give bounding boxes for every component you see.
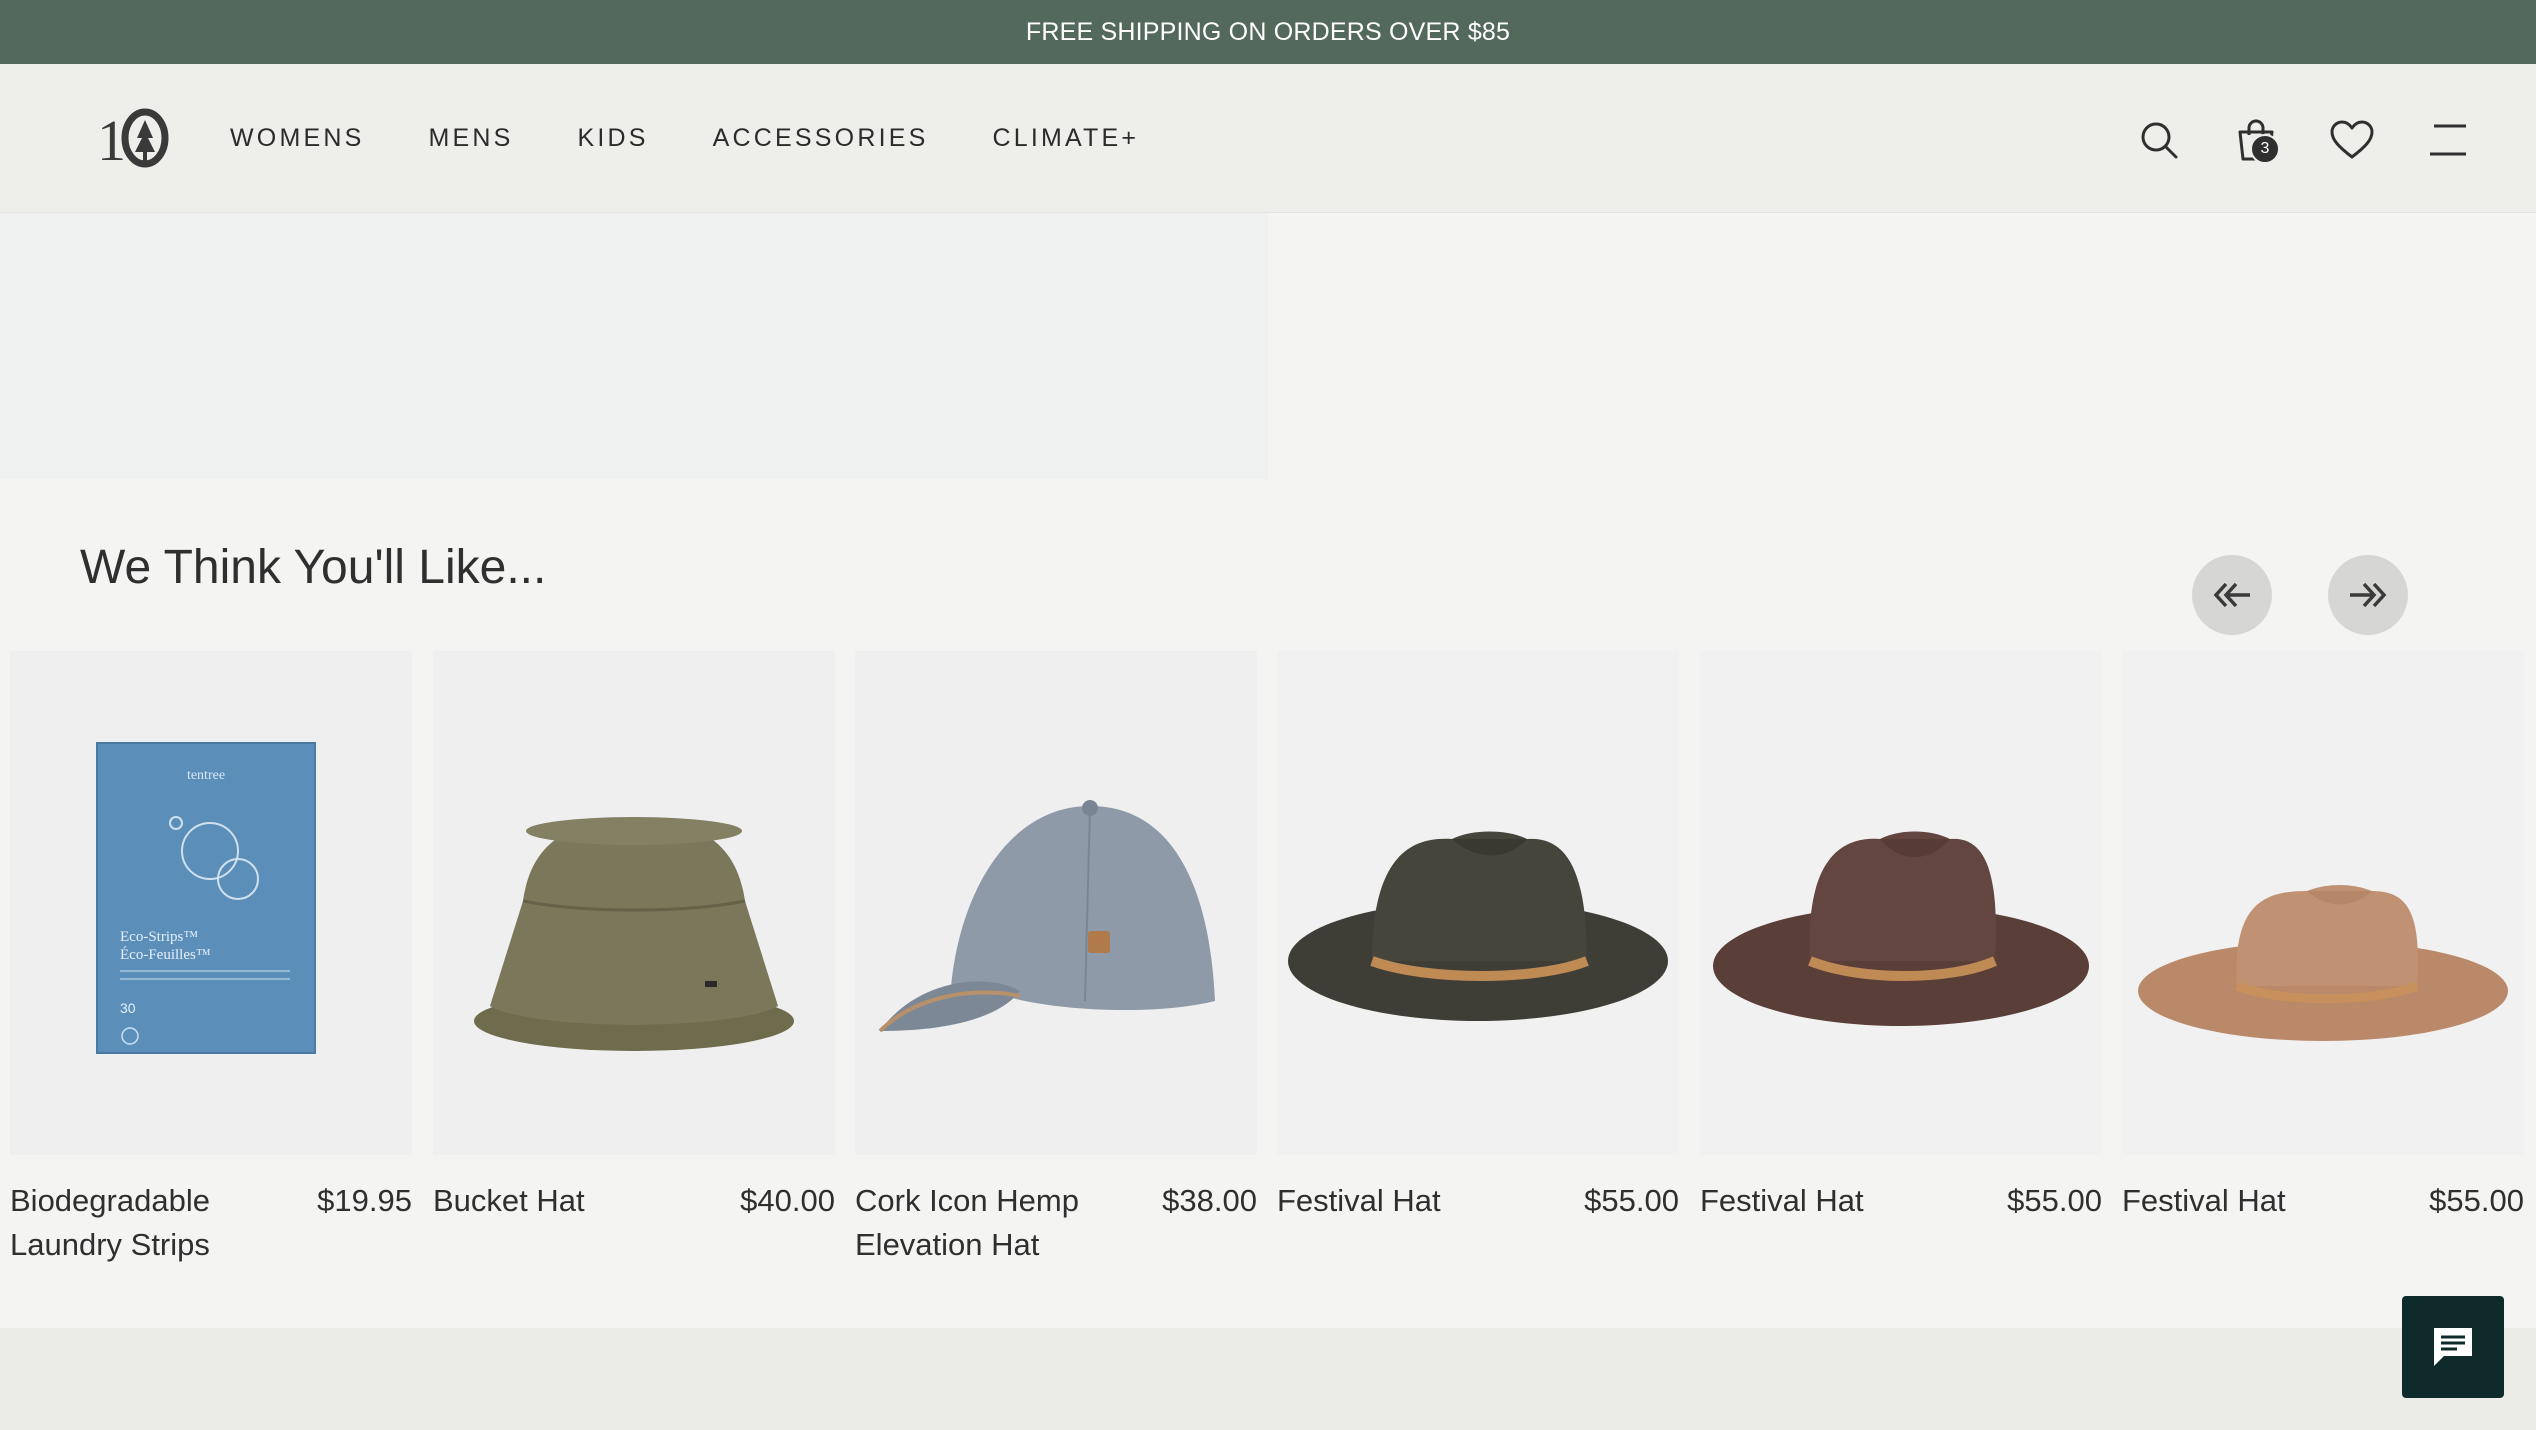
product-card[interactable]: Festival Hat $55.00 (1277, 651, 1679, 1223)
product-card[interactable]: Festival Hat $55.00 (2122, 651, 2524, 1223)
promo-bar: FREE SHIPPING ON ORDERS OVER $85 (0, 0, 2536, 64)
hero-placeholder (0, 213, 1268, 479)
search-icon (2141, 122, 2178, 159)
wishlist-button[interactable] (2324, 112, 2380, 168)
product-image[interactable] (855, 651, 1257, 1155)
product-info: Biodegradable Laundry Strips $19.95 (10, 1179, 412, 1267)
carousel-next-button[interactable] (2328, 555, 2408, 635)
search-button[interactable] (2131, 112, 2187, 168)
menu-button[interactable] (2420, 112, 2476, 168)
tan-fedora-image (2138, 885, 2508, 1041)
product-price: $55.00 (1584, 1183, 1679, 1218)
dark-green-fedora-image (1288, 831, 1668, 1021)
recommendations-title: We Think You'll Like... (80, 541, 547, 594)
box-count-text: 30 (120, 1000, 136, 1016)
brown-fedora-image (1713, 831, 2089, 1026)
product-price: $38.00 (1162, 1183, 1257, 1218)
box-title-fr-text: Éco-Feuilles™ (120, 946, 211, 963)
product-image[interactable]: tentree Eco-Strips™ Éco-Feuilles™ 30 (10, 651, 412, 1155)
product-image[interactable] (433, 651, 835, 1155)
product-name[interactable]: Festival Hat (1277, 1179, 1441, 1223)
nav-climate-plus[interactable]: CLIMATE+ (992, 124, 1139, 153)
product-info: Festival Hat $55.00 (2122, 1179, 2524, 1223)
hero-placeholder-right (1268, 213, 2536, 479)
laundry-strips-box-image: tentree Eco-Strips™ Éco-Feuilles™ 30 (96, 742, 316, 1054)
product-image[interactable] (1277, 651, 1679, 1155)
nav-kids[interactable]: KIDS (578, 124, 649, 153)
product-name[interactable]: Festival Hat (1700, 1179, 1864, 1223)
carousel-prev-button[interactable] (2192, 555, 2272, 635)
double-chevron-right-icon (2350, 582, 2387, 608)
chat-button[interactable] (2402, 1296, 2504, 1398)
box-title-text: Eco-Strips™ (120, 929, 198, 945)
product-price: $40.00 (740, 1183, 835, 1218)
chat-icon (2434, 1328, 2472, 1366)
footer-band (0, 1328, 2536, 1430)
product-price: $55.00 (2429, 1183, 2524, 1218)
product-price: $55.00 (2007, 1183, 2102, 1218)
gray-baseball-cap-image (878, 800, 1215, 1033)
main-nav: WOMENS MENS KIDS ACCESSORIES CLIMATE+ (230, 64, 1203, 212)
product-info: Festival Hat $55.00 (1277, 1179, 1679, 1223)
product-card[interactable]: Bucket Hat $40.00 (433, 651, 835, 1223)
product-name[interactable]: Cork Icon Hemp Elevation Hat (855, 1179, 1115, 1267)
olive-bucket-hat-image (474, 817, 794, 1051)
brand-logo[interactable]: 1 (97, 108, 169, 168)
cart-button[interactable]: 3 (2228, 112, 2284, 168)
product-name[interactable]: Festival Hat (2122, 1179, 2286, 1223)
heart-icon (2330, 120, 2374, 159)
menu-icon (2430, 124, 2466, 156)
tentree-logo-icon: 1 (97, 108, 169, 168)
box-brand-text: tentree (187, 768, 225, 783)
nav-womens[interactable]: WOMENS (230, 124, 364, 153)
product-info: Festival Hat $55.00 (1700, 1179, 2102, 1223)
nav-mens[interactable]: MENS (428, 124, 513, 153)
product-card[interactable]: Cork Icon Hemp Elevation Hat $38.00 (855, 651, 1257, 1267)
product-name[interactable]: Bucket Hat (433, 1179, 585, 1223)
product-image[interactable] (2122, 651, 2524, 1155)
double-chevron-left-icon (2213, 582, 2250, 608)
product-card[interactable]: tentree Eco-Strips™ Éco-Feuilles™ 30 Bio… (10, 651, 412, 1267)
product-price: $19.95 (317, 1183, 412, 1218)
product-info: Bucket Hat $40.00 (433, 1179, 835, 1223)
product-image[interactable] (1700, 651, 2102, 1155)
promo-text: FREE SHIPPING ON ORDERS OVER $85 (1025, 17, 1511, 46)
product-name[interactable]: Biodegradable Laundry Strips (10, 1179, 270, 1267)
product-info: Cork Icon Hemp Elevation Hat $38.00 (855, 1179, 1257, 1267)
cart-count-badge: 3 (2250, 134, 2280, 164)
product-card[interactable]: Festival Hat $55.00 (1700, 651, 2102, 1223)
nav-accessories[interactable]: ACCESSORIES (713, 124, 929, 153)
site-header: 1 WOMENS MENS KIDS ACCESSORIES CLIMATE+ … (0, 64, 2536, 213)
